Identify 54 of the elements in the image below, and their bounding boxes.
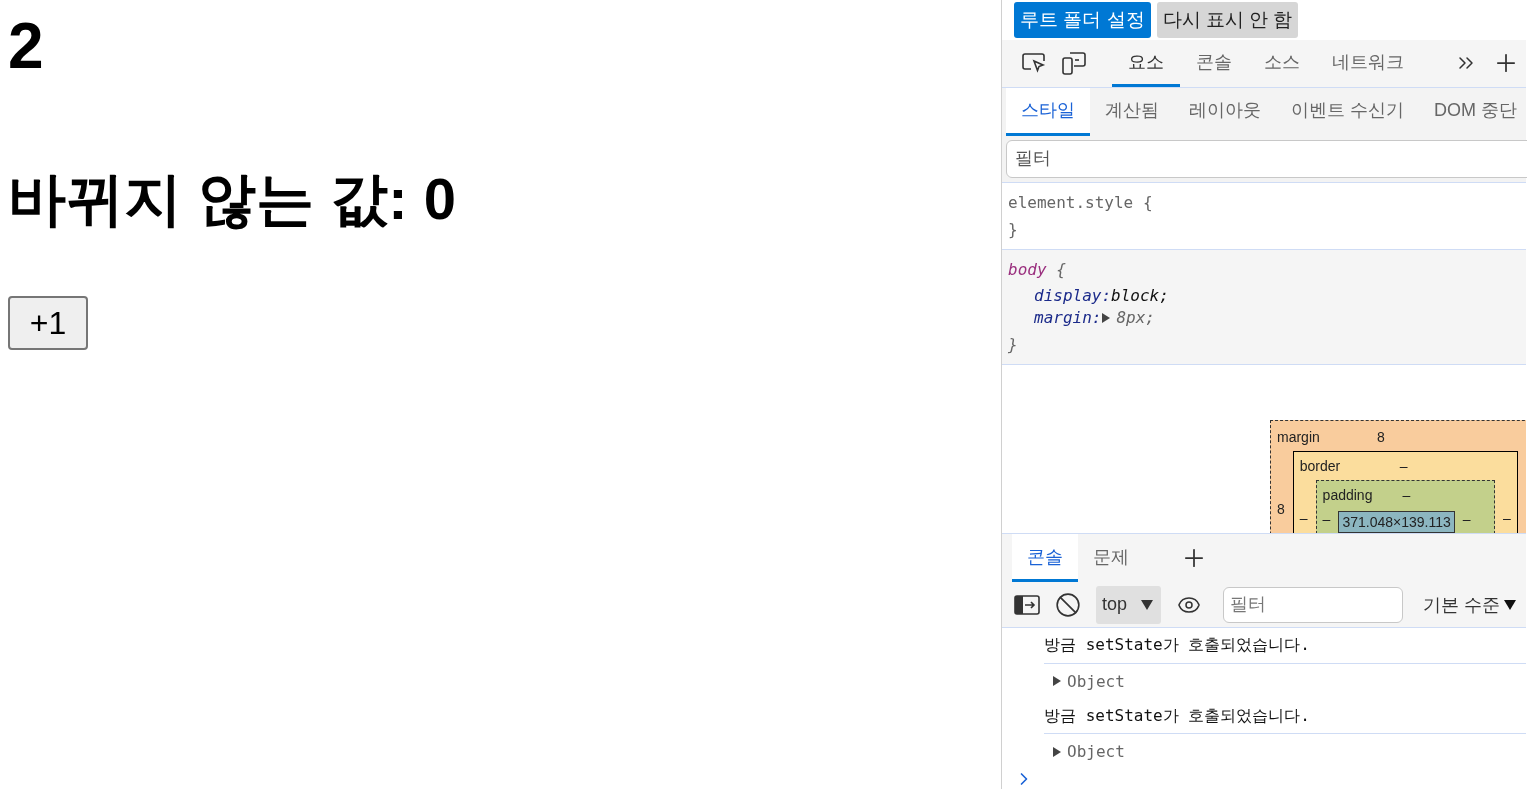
rule-selector: element.style <box>1008 192 1134 212</box>
rule-selector: body <box>1008 259 1047 279</box>
padding-left-value: – <box>1322 510 1331 527</box>
padding-label: padding <box>1322 486 1374 503</box>
inspect-icon[interactable] <box>1021 51 1047 76</box>
open-brace: { <box>1142 192 1153 212</box>
set-root-folder-button[interactable]: 루트 폴더 설정 <box>1014 1 1151 38</box>
context-dropdown[interactable]: top <box>1096 585 1162 624</box>
expand-triangle-icon[interactable] <box>1052 675 1062 688</box>
expand-triangle-icon[interactable] <box>1101 311 1112 324</box>
increment-button[interactable]: +1 <box>8 296 88 350</box>
border-right-value: – <box>1503 509 1511 526</box>
close-brace: } <box>1008 219 1018 239</box>
panel-tab[interactable]: 소스 <box>1248 39 1316 88</box>
console-message: 방금 setState가 호출되었습니다. <box>1044 705 1310 727</box>
margin-label: margin <box>1277 428 1321 445</box>
panel-tab[interactable]: 네트워크 <box>1316 39 1420 88</box>
close-brace: } <box>1008 334 1018 354</box>
value-heading: 바뀌지 않는 값: 0 <box>8 165 456 233</box>
property-value: 8px; <box>1116 306 1155 329</box>
expand-triangle-icon[interactable] <box>1052 745 1062 758</box>
caret-icon <box>1141 599 1154 610</box>
clear-console-icon[interactable] <box>1055 591 1081 618</box>
styles-tab[interactable]: 이벤트 수신기 <box>1276 88 1419 136</box>
log-level-dropdown[interactable]: 기본 수준 <box>1423 592 1517 617</box>
styles-tab[interactable]: DOM 중단 <box>1419 88 1526 136</box>
panel-tab[interactable]: 콘솔 <box>1180 39 1248 88</box>
padding-top-value: – <box>1402 486 1411 503</box>
styles-tab[interactable]: 스타일 <box>1006 88 1090 136</box>
property-value: block; <box>1111 284 1169 307</box>
border-top-value: – <box>1399 457 1408 474</box>
object-entry[interactable]: Object <box>1067 671 1125 691</box>
margin-top-value: 8 <box>1377 428 1385 445</box>
content-size: 371.048×139.113 <box>1338 510 1455 533</box>
device-icon[interactable] <box>1061 50 1087 77</box>
count-heading: 2 <box>8 9 44 84</box>
property-name: display: <box>1034 284 1112 307</box>
filter-field[interactable]: 필터 <box>1006 139 1527 178</box>
sidebar-toggle-icon[interactable] <box>1014 594 1040 615</box>
dismiss-button[interactable]: 다시 표시 안 함 <box>1156 1 1299 38</box>
margin-left-value: 8 <box>1277 500 1285 517</box>
caret-icon <box>1504 599 1517 610</box>
border-label: border <box>1299 457 1342 474</box>
property-name: margin: <box>1034 306 1102 329</box>
padding-right-value: – <box>1462 510 1471 527</box>
object-entry[interactable]: Object <box>1067 742 1125 762</box>
drawer-tab[interactable]: 콘솔 <box>1012 534 1078 582</box>
drawer-tab[interactable]: 문제 <box>1078 534 1144 582</box>
console-message: 방금 setState가 호출되었습니다. <box>1044 635 1310 657</box>
styles-tab[interactable]: 계산됨 <box>1090 88 1174 136</box>
styles-tab[interactable]: 레이아웃 <box>1174 88 1276 136</box>
border-left-value: – <box>1299 509 1308 526</box>
open-brace: { <box>1056 259 1066 279</box>
console-filter-field[interactable]: 필터 <box>1223 586 1404 623</box>
